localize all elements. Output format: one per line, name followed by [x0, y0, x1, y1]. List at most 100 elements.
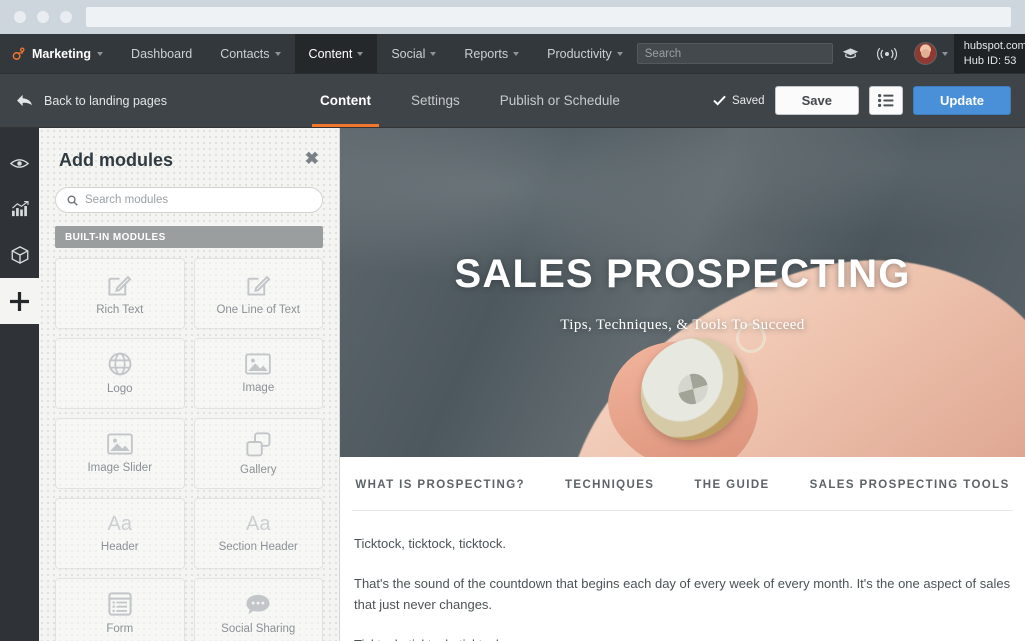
module-tile-image-slider[interactable]: Image Slider — [55, 418, 185, 489]
checkmark-icon — [713, 95, 726, 106]
anchor-link-sales-prospecting-tools[interactable]: SALES PROSPECTING TOOLS — [810, 479, 1010, 491]
chevron-down-icon — [274, 51, 281, 56]
anchor-link-what-is-prospecting[interactable]: WHAT IS PROSPECTING? — [355, 479, 525, 491]
address-bar[interactable] — [86, 7, 1011, 27]
chevron-down-icon — [616, 51, 623, 56]
nav-item-productivity[interactable]: Productivity — [533, 34, 637, 73]
module-label: Social Sharing — [221, 622, 296, 635]
article-paragraph: Ticktock, ticktock, ticktock. — [354, 536, 506, 551]
search-modules-placeholder: Search modules — [85, 194, 169, 206]
plus-icon — [10, 291, 29, 311]
aa-text-icon: Aa — [107, 513, 132, 535]
user-menu[interactable] — [906, 42, 954, 65]
nav-item-content[interactable]: Content — [294, 34, 378, 73]
save-status: Saved — [713, 95, 765, 107]
close-icon[interactable]: ✖ — [305, 150, 319, 167]
search-icon — [67, 195, 78, 206]
minimize-window-button[interactable] — [37, 11, 49, 23]
module-label: Header — [100, 541, 139, 553]
search-modules-input[interactable]: Search modules — [55, 187, 323, 213]
global-search-input[interactable]: Search — [636, 43, 833, 64]
eye-icon — [10, 158, 29, 168]
zoom-window-button[interactable] — [60, 11, 72, 23]
image-icon — [106, 433, 133, 455]
saved-label: Saved — [731, 94, 765, 107]
brand-label: Marketing — [32, 46, 92, 61]
list-menu-icon[interactable] — [868, 86, 903, 115]
tab-label: Publish or Schedule — [499, 93, 620, 108]
built-in-modules-header: BUILT-IN MODULES — [55, 226, 323, 248]
nav-item-contacts[interactable]: Contacts — [206, 34, 294, 73]
nav-label: Reports — [464, 46, 509, 61]
hero-title: SALES PROSPECTING — [454, 251, 911, 296]
broadcast-icon[interactable] — [868, 47, 906, 61]
academy-cap-icon[interactable] — [833, 47, 868, 60]
update-button-label: Update — [939, 93, 984, 108]
module-tile-section-header[interactable]: Aa Section Header — [193, 498, 323, 569]
module-label: Gallery — [240, 463, 277, 476]
update-button[interactable]: Update — [912, 86, 1011, 115]
article-paragraph: That's the sound of the countdown that b… — [354, 576, 1011, 613]
brand-marketing-menu[interactable]: Marketing — [0, 34, 117, 73]
chevron-down-icon — [941, 51, 948, 56]
module-label: Section Header — [218, 541, 298, 553]
back-arrow-icon — [17, 94, 32, 107]
module-label: Image — [242, 382, 275, 394]
nav-item-dashboard[interactable]: Dashboard — [117, 34, 206, 73]
account-domain: hubspot.com — [963, 39, 1025, 52]
rail-item-modules[interactable] — [0, 232, 39, 278]
save-button-label: Save — [801, 93, 832, 108]
tab-content[interactable]: Content — [300, 74, 391, 127]
module-tile-one-line-of-text[interactable]: One Line of Text — [193, 258, 323, 329]
tab-label: Content — [320, 93, 371, 108]
editor-tabs: Content Settings Publish or Schedule — [300, 74, 640, 127]
tab-label: Settings — [411, 93, 460, 108]
editor-toolbar: Back to landing pages Content Settings P… — [0, 74, 1025, 128]
back-to-landing-pages-link[interactable]: Back to landing pages — [0, 94, 300, 108]
module-label: One Line of Text — [216, 303, 301, 316]
tab-publish-or-schedule[interactable]: Publish or Schedule — [480, 74, 640, 127]
aa-text-icon: Aa — [246, 513, 271, 535]
module-tile-gallery[interactable]: Gallery — [193, 418, 323, 489]
article-body-module[interactable]: Ticktock, ticktock, ticktock. That's the… — [340, 511, 1025, 641]
save-button[interactable]: Save — [774, 86, 859, 115]
module-tile-form[interactable]: Form — [55, 578, 185, 641]
chevron-down-icon — [357, 51, 364, 56]
nav-label: Dashboard — [131, 46, 193, 61]
module-label: Form — [106, 623, 134, 635]
rail-item-analytics[interactable] — [0, 186, 39, 232]
speech-bubble-icon — [245, 593, 271, 616]
module-tile-image[interactable]: Image — [193, 338, 323, 409]
rail-item-add[interactable] — [0, 278, 39, 324]
account-hub-id: Hub ID: 53 — [963, 54, 1017, 67]
module-tile-social-sharing[interactable]: Social Sharing — [193, 578, 323, 641]
edit-pencil-icon — [107, 272, 132, 297]
chart-icon — [11, 201, 29, 217]
module-tile-header[interactable]: Aa Header — [55, 498, 185, 569]
tab-settings[interactable]: Settings — [391, 74, 480, 127]
anchor-link-techniques[interactable]: TECHNIQUES — [565, 479, 654, 491]
hero-banner-module[interactable]: SALES PROSPECTING Tips, Techniques, & To… — [340, 128, 1025, 457]
search-placeholder: Search — [644, 47, 682, 60]
nav-item-reports[interactable]: Reports — [450, 34, 533, 73]
modules-grid: Rich Text One Line of Text Logo Image Im… — [39, 248, 339, 641]
panel-header: Add modules ✖ — [39, 128, 339, 171]
rail-item-preview[interactable] — [0, 140, 39, 186]
nav-right-cluster: Search hubspot.com Hub ID: 53 — [636, 34, 1025, 73]
account-info[interactable]: hubspot.com Hub ID: 53 — [953, 34, 1025, 73]
window-controls[interactable] — [14, 11, 72, 23]
page-preview: SALES PROSPECTING Tips, Techniques, & To… — [340, 128, 1025, 641]
anchor-link-the-guide[interactable]: THE GUIDE — [694, 479, 769, 491]
nav-item-social[interactable]: Social — [377, 34, 450, 73]
hero-text-block: SALES PROSPECTING Tips, Techniques, & To… — [340, 128, 1025, 457]
editor-body: Add modules ✖ Search modules BUILT-IN MO… — [0, 128, 1025, 641]
edit-pencil-icon — [246, 272, 271, 297]
module-tile-logo[interactable]: Logo — [55, 338, 185, 409]
module-tile-rich-text[interactable]: Rich Text — [55, 258, 185, 329]
module-label: Image Slider — [87, 462, 153, 474]
avatar — [913, 42, 937, 65]
close-window-button[interactable] — [14, 11, 26, 23]
chevron-down-icon — [97, 51, 104, 56]
image-icon — [245, 353, 272, 375]
back-label: Back to landing pages — [44, 93, 168, 108]
